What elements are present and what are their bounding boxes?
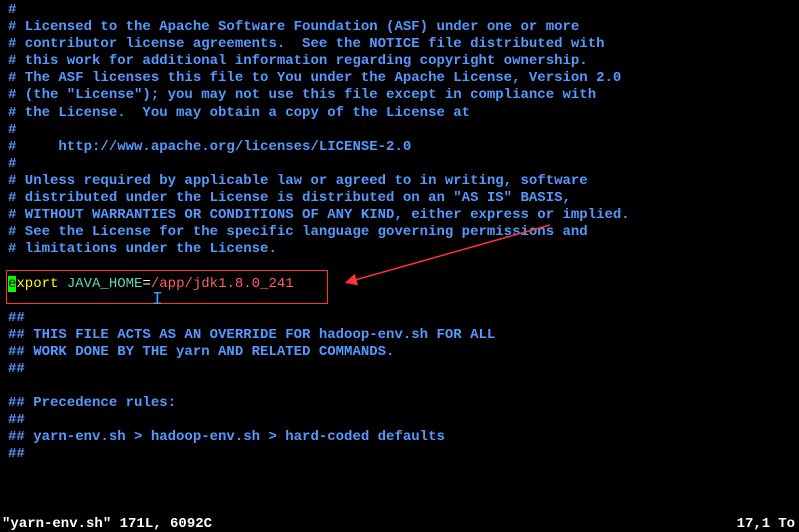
equals-sign: = <box>142 276 150 292</box>
code-line: ## <box>0 361 799 378</box>
code-line: # <box>0 122 799 139</box>
vim-status-bar: "yarn-env.sh" 171L, 6092C 17,1 To <box>0 516 799 532</box>
code-line: # contributor license agreements. See th… <box>0 36 799 53</box>
code-line: # Unless required by applicable law or a… <box>0 173 799 190</box>
code-line: # <box>0 156 799 173</box>
code-line: ## THIS FILE ACTS AS AN OVERRIDE FOR had… <box>0 327 799 344</box>
code-line: # See the License for the specific langu… <box>0 224 799 241</box>
code-line <box>0 378 799 395</box>
variable-name: JAVA_HOME <box>67 276 143 292</box>
export-line: export JAVA_HOME=/app/jdk1.8.0_241 <box>0 276 799 293</box>
code-line: ## WORK DONE BY THE yarn AND RELATED COM… <box>0 344 799 361</box>
status-scroll-indicator: To <box>778 516 799 532</box>
path-value: /app/jdk1.8.0_241 <box>151 276 294 292</box>
code-line: ## Precedence rules: <box>0 395 799 412</box>
code-line <box>0 258 799 275</box>
code-line: # WITHOUT WARRANTIES OR CONDITIONS OF AN… <box>0 207 799 224</box>
code-line <box>0 293 799 310</box>
code-line: # this work for additional information r… <box>0 53 799 70</box>
code-line: # the License. You may obtain a copy of … <box>0 105 799 122</box>
code-line: # (the "License"); you may not use this … <box>0 87 799 104</box>
code-line: # The ASF licenses this file to You unde… <box>0 70 799 87</box>
code-line: # Licensed to the Apache Software Founda… <box>0 19 799 36</box>
code-line: ## <box>0 446 799 463</box>
status-filename: "yarn-env.sh" 171L, 6092C <box>2 516 212 532</box>
code-line: # <box>0 2 799 19</box>
code-line: # http://www.apache.org/licenses/LICENSE… <box>0 139 799 156</box>
code-line: # distributed under the License is distr… <box>0 190 799 207</box>
code-line: ## yarn-env.sh > hadoop-env.sh > hard-co… <box>0 429 799 446</box>
terminal-editor[interactable]: # # Licensed to the Apache Software Foun… <box>0 0 799 464</box>
code-line: ## <box>0 412 799 429</box>
export-keyword: xport <box>16 276 66 292</box>
status-cursor-position: 17,1 <box>737 516 779 532</box>
code-line: ## <box>0 310 799 327</box>
code-line: # limitations under the License. <box>0 241 799 258</box>
